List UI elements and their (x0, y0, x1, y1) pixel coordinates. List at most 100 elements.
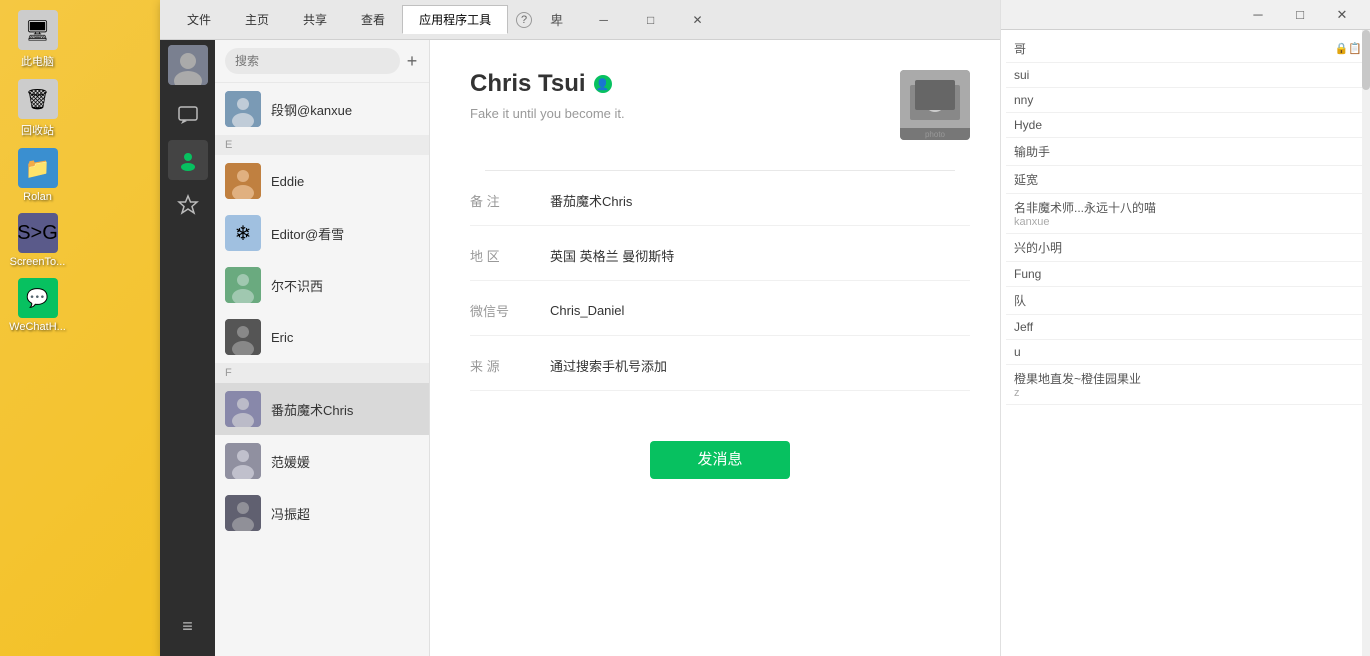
desktop: 🖥 此电脑 🗑 回收站 📁 Rolan S>G ScreenTo... 💬 We… (0, 0, 1370, 656)
window-controls: ? 卑 ─ □ ✕ (516, 5, 720, 35)
contact-name-eric: Eric (271, 330, 293, 345)
right-item-3-name: nny (1014, 93, 1362, 107)
tab-app-tools[interactable]: 应用程序工具 (402, 5, 508, 34)
contact-item-fanyuanyuan[interactable]: 范媛媛 (215, 435, 429, 487)
sidebar-chat-btn[interactable] (168, 95, 208, 135)
right-item-11-name: Jeff (1014, 320, 1362, 334)
profile-detail-source: 来 源 通过搜索手机号添加 (470, 356, 970, 391)
tab-home[interactable]: 主页 (228, 5, 286, 34)
desktop-icon-rolan[interactable]: 📁 Rolan (5, 148, 70, 203)
send-message-button[interactable]: 发消息 (650, 441, 790, 479)
detail-label-wechatid: 微信号 (470, 301, 530, 320)
right-close-btn[interactable]: ✕ (1322, 2, 1362, 28)
contact-item-eddie[interactable]: Eddie (215, 155, 429, 207)
sidebar-bottom: ≡ (168, 606, 208, 656)
sidebar-contacts-btn[interactable] (168, 140, 208, 180)
contact-item-duangang[interactable]: 段钢@kanxue (215, 83, 429, 135)
wechat-desktop-label: WeChatH... (9, 321, 66, 333)
profile-name-row: Chris Tsui 👤 (470, 70, 900, 98)
right-item-1[interactable]: 哥 🔒📋 (1006, 35, 1370, 63)
right-item-4-name: Hyde (1014, 118, 1362, 132)
desktop-icon-screento[interactable]: S>G ScreenTo... (5, 213, 70, 268)
discover-icon (177, 194, 199, 216)
wechat-window: 文件 主页 共享 查看 应用程序工具 ? 卑 ─ □ ✕ (160, 0, 1010, 656)
right-item-7[interactable]: 名非魔术师...永远十八的喵 kanxue (1006, 194, 1370, 234)
right-panel-items: 哥 🔒📋 sui nny Hyde 输助手 延宽 (1001, 30, 1370, 410)
right-item-7-name: 名非魔术师...永远十八的喵 (1014, 199, 1362, 216)
contact-name-eddie: Eddie (271, 174, 304, 189)
screento-icon: S>G (18, 213, 58, 253)
contact-name-editor: Editor@看雪 (271, 224, 344, 243)
right-item-7-text: kanxue (1014, 216, 1362, 228)
close-button[interactable]: ✕ (675, 5, 720, 35)
rolan-icon-label: Rolan (23, 191, 52, 203)
search-input[interactable] (225, 48, 400, 74)
profile-divider (485, 170, 955, 171)
right-item-13[interactable]: 橙果地直发~橙佳园果业 z (1006, 365, 1370, 405)
right-item-8[interactable]: 兴的小明 (1006, 234, 1370, 262)
tab-view[interactable]: 查看 (344, 5, 402, 34)
tab-share[interactable]: 共享 (286, 5, 344, 34)
restore-button[interactable]: □ (628, 5, 673, 35)
profile-photo: photo (900, 70, 970, 140)
screento-icon-label: ScreenTo... (10, 256, 66, 268)
profile-detail-wechatid: 微信号 Chris_Daniel (470, 301, 970, 336)
contact-name-fanqie: 番茄魔术Chris (271, 400, 353, 419)
contact-item-fanqie[interactable]: 番茄魔术Chris (215, 383, 429, 435)
search-bar: + (215, 40, 429, 83)
right-item-10[interactable]: 队 (1006, 287, 1370, 315)
right-minimize-btn[interactable]: ─ (1238, 2, 1278, 28)
tab-area: 文件 主页 共享 查看 应用程序工具 (170, 0, 508, 39)
help-icon[interactable]: ? (516, 12, 532, 28)
right-item-6-name: 延宽 (1014, 171, 1362, 188)
contact-name-fanyuanyuan: 范媛媛 (271, 452, 310, 471)
profile-details: 备 注 番茄魔术Chris 地 区 英国 英格兰 曼彻斯特 微信号 Chris_… (470, 191, 970, 411)
right-item-4[interactable]: Hyde (1006, 113, 1370, 138)
right-item-9[interactable]: Fung (1006, 262, 1370, 287)
detail-value-region: 英国 英格兰 曼彻斯特 (550, 246, 674, 265)
desktop-icon-inbox[interactable]: 🗑 回收站 (5, 79, 70, 138)
right-item-2[interactable]: sui (1006, 63, 1370, 88)
right-panel-body: 哥 🔒📋 sui nny Hyde 输助手 延宽 (1001, 30, 1370, 656)
svg-text:photo: photo (925, 130, 946, 139)
right-item-13-name: 橙果地直发~橙佳园果业 (1014, 370, 1362, 387)
right-item-11[interactable]: Jeff (1006, 315, 1370, 340)
computer-icon: 🖥 (18, 10, 58, 50)
sidebar-discover-btn[interactable] (168, 185, 208, 225)
sidebar-menu-btn[interactable]: ≡ (168, 606, 208, 646)
sidebar-icons: ≡ (160, 40, 215, 656)
right-item-3[interactable]: nny (1006, 88, 1370, 113)
contact-item-editor[interactable]: ❄ Editor@看雪 (215, 207, 429, 259)
add-contact-button[interactable]: + (405, 49, 419, 73)
right-item-5[interactable]: 输助手 (1006, 138, 1370, 166)
right-window: ─ □ ✕ 哥 🔒📋 sui nny Hyde (1000, 0, 1370, 656)
desktop-icons-area: 🖥 此电脑 🗑 回收站 📁 Rolan S>G ScreenTo... 💬 We… (0, 0, 75, 656)
rolan-icon: 📁 (18, 148, 58, 188)
contact-list-panel: + 段钢@kanxue E Eddie (215, 40, 430, 656)
contact-avatar-fengzhenchao (225, 495, 261, 531)
contact-avatar-duangang (225, 91, 261, 127)
contact-item-erbushixi[interactable]: 尔不识西 (215, 259, 429, 311)
contact-avatar-editor: ❄ (225, 215, 261, 251)
tab-file[interactable]: 文件 (170, 5, 228, 34)
right-window-titlebar: ─ □ ✕ (1001, 0, 1370, 30)
desktop-icon-computer[interactable]: 🖥 此电脑 (5, 10, 70, 69)
pin-button[interactable]: 卑 (534, 5, 579, 35)
contact-item-fengzhenchao[interactable]: 冯振超 (215, 487, 429, 539)
right-item-1-icons: 🔒📋 (1335, 42, 1362, 55)
desktop-icon-wechat[interactable]: 💬 WeChatH... (5, 278, 70, 333)
inbox-icon: 🗑 (18, 79, 58, 119)
right-item-6[interactable]: 延宽 (1006, 166, 1370, 194)
right-item-2-name: sui (1014, 68, 1362, 82)
contact-name-duangang: 段钢@kanxue (271, 100, 352, 119)
right-item-12[interactable]: u (1006, 340, 1370, 365)
contact-list: 段钢@kanxue E Eddie ❄ Editor@看雪 (215, 83, 429, 656)
user-avatar[interactable] (168, 45, 208, 85)
minimize-button[interactable]: ─ (581, 5, 626, 35)
contact-item-eric[interactable]: Eric (215, 311, 429, 363)
right-item-12-name: u (1014, 345, 1362, 359)
title-bar: 文件 主页 共享 查看 应用程序工具 ? 卑 ─ □ ✕ (160, 0, 1010, 40)
wechat-desktop-icon: 💬 (18, 278, 58, 318)
right-restore-btn[interactable]: □ (1280, 2, 1320, 28)
right-scrollbar-track[interactable] (1362, 30, 1370, 656)
